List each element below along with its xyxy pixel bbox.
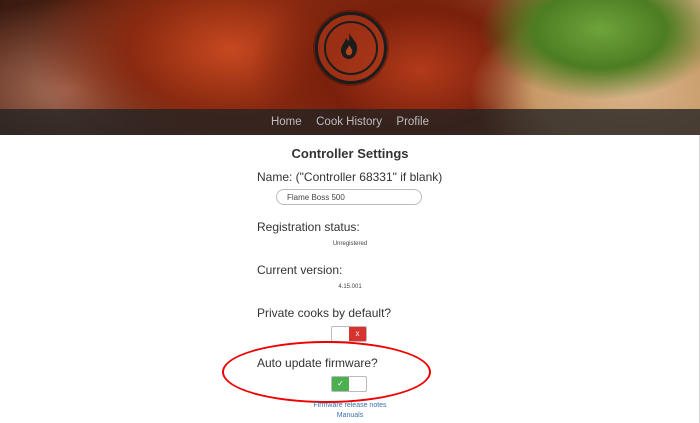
controller-name-input[interactable] [276, 189, 422, 205]
firmware-release-notes-link[interactable]: Firmware release notes [0, 402, 700, 409]
main-navbar: Home Cook History Profile [0, 109, 700, 135]
manuals-link[interactable]: Manuals [0, 412, 700, 419]
version-label: Current version: [257, 263, 343, 277]
checkmark-icon: ✓ [332, 377, 349, 391]
x-icon: x [349, 327, 366, 341]
current-version-value: 4.15.001 [338, 284, 362, 290]
auto-update-toggle[interactable]: ✓ [331, 376, 367, 392]
name-label: Name: ("Controller 68331" if blank) [257, 170, 443, 184]
page-title: Controller Settings [291, 146, 409, 161]
annotation-ellipse [222, 341, 431, 403]
hero-banner: Home Cook History Profile [0, 0, 700, 135]
nav-home[interactable]: Home [271, 109, 302, 135]
registration-label: Registration status: [257, 220, 360, 234]
flame-icon [341, 33, 358, 59]
nav-profile[interactable]: Profile [396, 109, 429, 135]
nav-cook-history[interactable]: Cook History [316, 109, 382, 135]
flame-boss-logo-icon [315, 12, 387, 84]
auto-update-label: Auto update firmware? [257, 356, 378, 370]
private-cooks-label: Private cooks by default? [257, 306, 392, 320]
registration-status-value: Unregistered [332, 241, 368, 247]
private-cooks-toggle[interactable]: x [331, 326, 367, 342]
